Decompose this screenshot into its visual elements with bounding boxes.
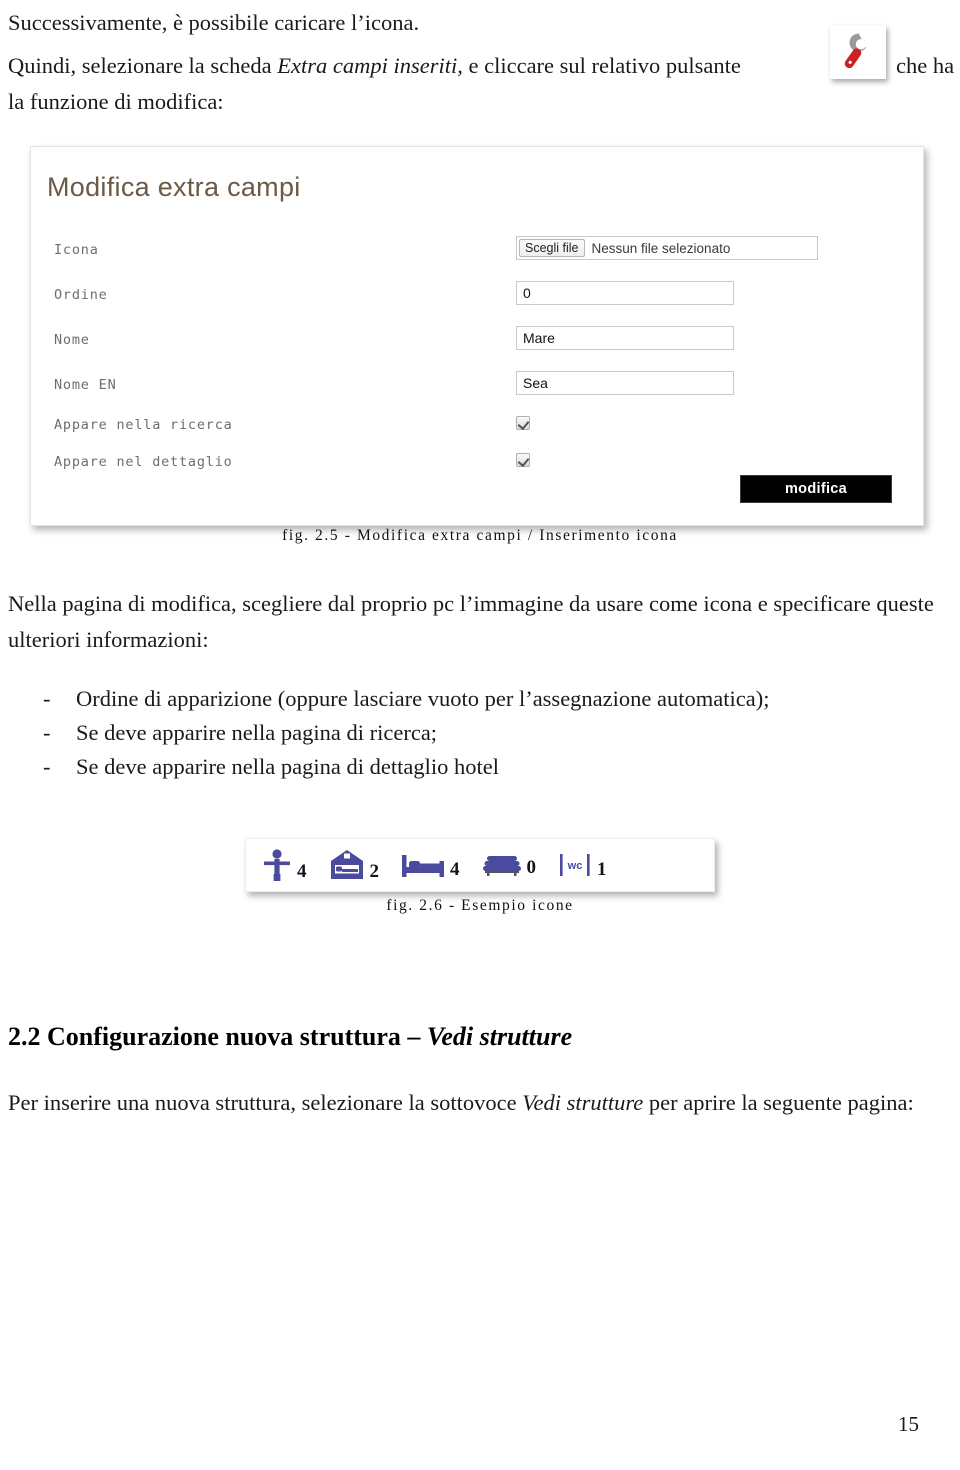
file-name-label: Nessun file selezionato: [591, 240, 731, 256]
wc-icon: wc: [560, 854, 590, 876]
requirements-list: - Ordine di apparizione (oppure lasciare…: [8, 682, 948, 784]
section-paragraph: Per inserire una nuova struttura, selezi…: [8, 1085, 956, 1121]
figure-26-caption: fig. 2.6 - Esempio icone: [386, 897, 574, 914]
icon-pair-person: 4: [262, 848, 307, 882]
modifica-submit-button[interactable]: modifica: [740, 475, 892, 503]
text-input-nome[interactable]: Mare: [516, 326, 734, 350]
section-par-italic: Vedi strutture: [522, 1090, 644, 1115]
sofa-count: 0: [526, 857, 537, 878]
appare-ricerca-control[interactable]: [516, 416, 530, 430]
form-row-icona: Icona Scegli file Nessun file selezionat…: [31, 236, 923, 272]
choose-file-button[interactable]: Scegli file: [519, 239, 585, 257]
label-appare-nel-dettaglio: Appare nel dettaglio: [54, 454, 233, 470]
label-icona: Icona: [54, 242, 99, 258]
nome-en-control[interactable]: Sea: [516, 371, 734, 395]
person-icon: [264, 849, 290, 881]
form-row-appare-ricerca: Appare nella ricerca: [31, 416, 923, 447]
list-bullet-dash: -: [43, 754, 51, 779]
text-input-ordine[interactable]: 0: [516, 281, 734, 305]
modifica-extra-campi-form: Modifica extra campi Icona Scegli file N…: [30, 146, 924, 526]
figure-25-caption: fig. 2.5 - Modifica extra campi / Inseri…: [282, 527, 678, 544]
wrench-icon: [844, 29, 871, 69]
sofa-icon: [482, 856, 521, 876]
file-input-icona[interactable]: Scegli file Nessun file selezionato: [516, 236, 818, 260]
list-bullet-dash: -: [43, 686, 51, 711]
instruction-paragraph: Quindi, selezionare la scheda Extra camp…: [8, 48, 808, 120]
icon-pair-bed: 4: [401, 850, 460, 880]
list-item-label: Se deve apparire nella pagina di ricerca…: [76, 720, 438, 745]
checkbox-appare-nel-dettaglio[interactable]: [516, 453, 530, 467]
form-title: Modifica extra campi: [47, 172, 301, 202]
section-heading: 2.2 Configurazione nuova struttura – Ved…: [8, 1022, 572, 1052]
label-appare-nella-ricerca: Appare nella ricerca: [54, 417, 233, 433]
bedroom-count: 2: [369, 861, 380, 882]
bedroom-house-icon: [330, 850, 363, 879]
text-input-nome-en[interactable]: Sea: [516, 371, 734, 395]
form-row-nome: Nome Mare: [31, 326, 923, 362]
instruction-second-line: la funzione di modifica:: [8, 89, 224, 114]
instruction-italic-tab-name: Extra campi inseriti,: [277, 53, 463, 78]
page-number: 15: [898, 1412, 919, 1436]
person-count: 4: [297, 861, 307, 882]
list-item: - Se deve apparire nella pagina di ricer…: [8, 716, 948, 749]
document-page: Successivamente, è possibile caricare l’…: [0, 0, 960, 1470]
nome-control[interactable]: Mare: [516, 326, 734, 350]
instruction-text-after: e cliccare sul relativo pulsante: [462, 53, 741, 78]
form-row-nome-en: Nome EN Sea: [31, 371, 923, 407]
icon-pair-bedroom: 2: [329, 848, 380, 882]
body-paragraph: Nella pagina di modifica, scegliere dal …: [8, 591, 934, 652]
icona-control[interactable]: Scegli file Nessun file selezionato: [516, 236, 818, 260]
label-nome: Nome: [54, 332, 90, 348]
intro-line: Successivamente, è possibile caricare l’…: [8, 10, 420, 35]
checkbox-appare-nella-ricerca[interactable]: [516, 416, 530, 430]
list-bullet-dash: -: [43, 720, 51, 745]
list-item-label: Ordine di apparizione (oppure lasciare v…: [76, 686, 770, 711]
list-item: - Se deve apparire nella pagina di detta…: [8, 750, 948, 783]
section-par-before: Per inserire una nuova struttura, selezi…: [8, 1090, 523, 1115]
bed-icon: [402, 855, 444, 877]
form-row-ordine: Ordine 0: [31, 281, 923, 317]
wc-count: 1: [597, 859, 607, 880]
example-icons-strip: 4 2 4 0 wc 1: [245, 838, 715, 892]
section-title-plain: Configurazione nuova struttura –: [47, 1021, 427, 1051]
instruction-tail-text: che ha: [896, 53, 955, 78]
section-par-after: per aprire la seguente pagina:: [643, 1090, 914, 1115]
ordine-control[interactable]: 0: [516, 281, 734, 305]
list-item-label: Se deve apparire nella pagina di dettagl…: [76, 754, 499, 779]
icon-pair-sofa: 0: [482, 852, 537, 878]
svg-text:wc: wc: [567, 860, 583, 872]
icon-pair-wc: wc 1: [558, 850, 607, 880]
instruction-text-before: Quindi, selezionare la scheda: [8, 53, 278, 78]
section-number: 2.2: [8, 1021, 41, 1051]
label-nome-en: Nome EN: [54, 377, 117, 393]
bed-count: 4: [450, 859, 460, 880]
list-item: - Ordine di apparizione (oppure lasciare…: [8, 682, 948, 715]
label-ordine: Ordine: [54, 287, 108, 303]
appare-dettaglio-control[interactable]: [516, 453, 530, 467]
wrench-icon-button[interactable]: [830, 25, 886, 79]
section-title-italic: Vedi strutture: [426, 1021, 573, 1051]
